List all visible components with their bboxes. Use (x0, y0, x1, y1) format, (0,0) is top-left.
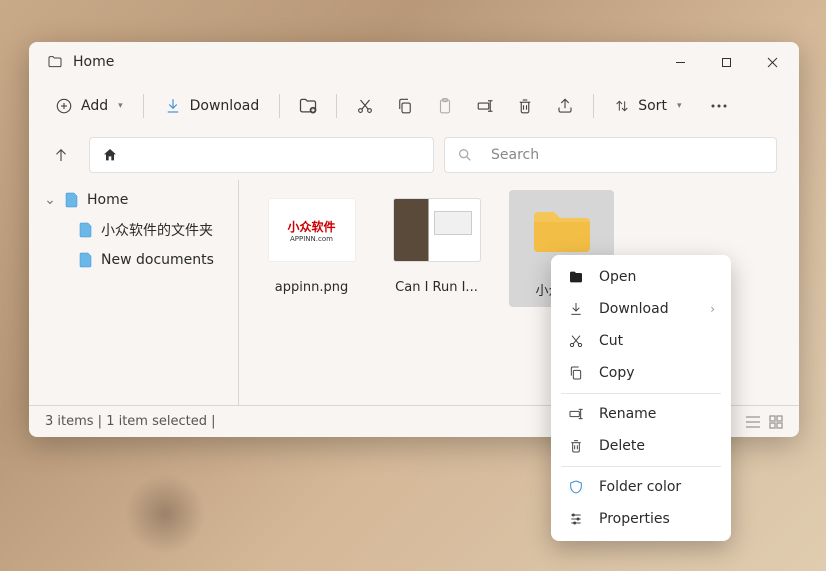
chevron-down-icon: ⌄ (43, 192, 57, 208)
sidebar: ⌄ Home 小众软件的文件夹 New documents (29, 180, 239, 405)
sidebar-item-label: 小众软件的文件夹 (101, 220, 213, 240)
search-input[interactable]: Search (444, 137, 777, 173)
sort-button[interactable]: Sort ▾ (602, 92, 693, 120)
window-controls (657, 46, 795, 78)
ctx-properties[interactable]: Properties (551, 503, 731, 535)
ctx-label: Delete (599, 438, 645, 454)
thumbnail (393, 198, 481, 262)
separator (279, 94, 280, 118)
folder-icon (47, 54, 63, 70)
new-folder-button[interactable] (288, 88, 328, 124)
delete-button[interactable] (505, 88, 545, 124)
ctx-label: Copy (599, 365, 635, 381)
status-text: 3 items | 1 item selected | (45, 414, 216, 429)
ctx-download[interactable]: Download › (551, 293, 731, 325)
ctx-label: Properties (599, 511, 670, 527)
separator (561, 393, 721, 394)
rename-icon (567, 406, 585, 422)
download-icon (567, 301, 585, 317)
paste-button[interactable] (425, 88, 465, 124)
titlebar: Home (29, 42, 799, 82)
properties-icon (567, 511, 585, 527)
ctx-label: Download (599, 301, 669, 317)
ctx-open[interactable]: Open (551, 261, 731, 293)
sidebar-item-new-documents[interactable]: New documents (29, 246, 238, 274)
add-button[interactable]: Add ▾ (43, 91, 135, 121)
search-icon (457, 147, 473, 163)
download-button[interactable]: Download (152, 91, 272, 121)
separator (561, 466, 721, 467)
file-item[interactable]: Can I Run I... (384, 190, 489, 303)
folder-icon (518, 198, 606, 262)
sidebar-item-folder-cn[interactable]: 小众软件的文件夹 (29, 214, 238, 246)
toolbar: Add ▾ Download (29, 82, 799, 130)
window-title: Home (73, 54, 657, 70)
ctx-rename[interactable]: Rename (551, 398, 731, 430)
sidebar-item-label: New documents (101, 252, 214, 268)
share-button[interactable] (545, 88, 585, 124)
close-button[interactable] (749, 46, 795, 78)
thumbnail: 小众软件 APPINN.com (268, 198, 356, 262)
chevron-down-icon: ▾ (118, 101, 123, 111)
more-button[interactable] (699, 88, 739, 124)
home-icon (102, 147, 118, 163)
document-icon (63, 192, 81, 208)
ctx-label: Cut (599, 333, 623, 349)
search-placeholder: Search (491, 147, 539, 163)
shield-icon (567, 479, 585, 495)
download-label: Download (190, 98, 260, 114)
file-item[interactable]: 小众软件 APPINN.com appinn.png (259, 190, 364, 303)
chevron-down-icon: ▾ (677, 101, 682, 111)
cut-icon (567, 333, 585, 349)
ctx-label: Open (599, 269, 636, 285)
ctx-folder-color[interactable]: Folder color (551, 471, 731, 503)
nav-up-button[interactable] (43, 137, 79, 173)
minimize-button[interactable] (657, 46, 703, 78)
ctx-cut[interactable]: Cut (551, 325, 731, 357)
add-label: Add (81, 98, 108, 114)
sidebar-item-label: Home (87, 192, 128, 208)
separator (336, 94, 337, 118)
file-name: Can I Run I... (395, 280, 478, 295)
separator (593, 94, 594, 118)
copy-button[interactable] (385, 88, 425, 124)
copy-icon (567, 365, 585, 381)
ctx-label: Folder color (599, 479, 681, 495)
separator (143, 94, 144, 118)
list-view-button[interactable] (745, 415, 761, 429)
grid-view-button[interactable] (769, 415, 783, 429)
path-input[interactable] (89, 137, 434, 173)
sort-label: Sort (638, 98, 667, 114)
sidebar-item-home[interactable]: ⌄ Home (29, 186, 238, 214)
ctx-delete[interactable]: Delete (551, 430, 731, 462)
rename-button[interactable] (465, 88, 505, 124)
view-toggle (745, 415, 783, 429)
context-menu: Open Download › Cut Copy Rename Delete (551, 255, 731, 541)
maximize-button[interactable] (703, 46, 749, 78)
chevron-right-icon: › (710, 302, 715, 316)
document-icon (77, 222, 95, 238)
ctx-label: Rename (599, 406, 656, 422)
folder-icon (567, 270, 585, 284)
cut-button[interactable] (345, 88, 385, 124)
file-name: appinn.png (275, 280, 348, 295)
delete-icon (567, 438, 585, 454)
document-icon (77, 252, 95, 268)
navbar: Search (29, 130, 799, 180)
ctx-copy[interactable]: Copy (551, 357, 731, 389)
